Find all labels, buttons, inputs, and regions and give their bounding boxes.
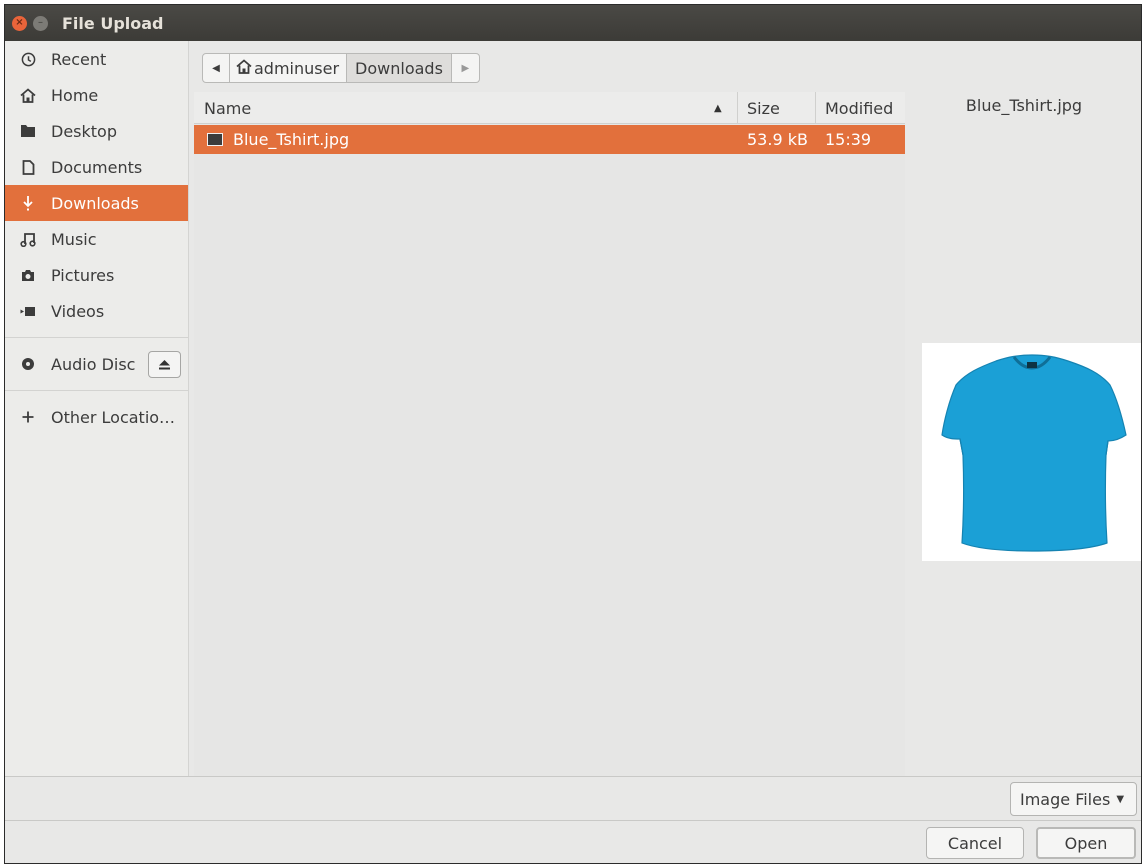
sidebar-item-label: Pictures: [51, 265, 115, 285]
file-list: Name ▲ Size Modified Blue_Tshirt.jpg 53.…: [194, 92, 905, 776]
sort-ascending-icon: ▲: [714, 102, 722, 114]
clock-icon: [17, 52, 39, 67]
path-scroll-left-button[interactable]: ◀: [202, 53, 230, 83]
disc-icon: [17, 357, 39, 371]
chevron-right-icon: ▶: [461, 62, 470, 74]
sidebar-item-desktop[interactable]: Desktop: [5, 113, 188, 149]
close-window-button[interactable]: ×: [12, 15, 27, 31]
plus-icon: [17, 411, 39, 423]
sidebar-item-recent[interactable]: Recent: [5, 41, 188, 77]
sidebar-item-videos[interactable]: Videos: [5, 293, 188, 329]
places-sidebar: Recent Home Desktop Documents Downloads: [5, 41, 189, 776]
chevron-left-icon: ◀: [212, 62, 220, 74]
sidebar-item-label: Desktop: [51, 121, 117, 141]
sidebar-item-other-locations[interactable]: Other Locatio…: [5, 399, 188, 435]
sidebar-divider: [5, 390, 188, 391]
sidebar-divider: [5, 337, 188, 338]
file-upload-dialog: × – File Upload Recent Home Desktop Docu…: [4, 4, 1142, 864]
sidebar-item-documents[interactable]: Documents: [5, 149, 188, 185]
title-bar: × – File Upload: [5, 5, 1141, 41]
sidebar-item-downloads[interactable]: Downloads: [5, 185, 188, 221]
tshirt-image: [941, 354, 1127, 552]
minimize-window-button[interactable]: –: [33, 15, 48, 31]
preview-pane: Blue_Tshirt.jpg: [905, 41, 1141, 776]
sidebar-item-label: Videos: [51, 301, 105, 321]
sidebar-item-pictures[interactable]: Pictures: [5, 257, 188, 293]
path-segment-downloads[interactable]: Downloads: [347, 53, 452, 83]
sidebar-item-audio-disc[interactable]: Audio Disc: [5, 346, 188, 382]
window-title: File Upload: [62, 13, 164, 33]
file-row[interactable]: Blue_Tshirt.jpg 53.9 kB 15:39: [194, 125, 905, 154]
column-headers: Name ▲ Size Modified: [194, 92, 905, 124]
column-header-name[interactable]: Name: [204, 92, 251, 124]
cancel-button[interactable]: Cancel: [926, 827, 1024, 859]
document-icon: [17, 159, 39, 175]
home-icon: [236, 58, 252, 78]
path-segment-label: adminuser: [254, 58, 340, 78]
path-segment-home[interactable]: adminuser: [230, 53, 348, 83]
music-icon: [17, 232, 39, 247]
sidebar-item-label: Music: [51, 229, 97, 249]
sidebar-item-music[interactable]: Music: [5, 221, 188, 257]
sidebar-item-home[interactable]: Home: [5, 77, 188, 113]
image-file-icon: [207, 133, 223, 146]
sidebar-item-label: Recent: [51, 49, 107, 69]
column-header-modified[interactable]: Modified: [815, 92, 905, 124]
filter-label: Image Files: [1020, 789, 1111, 809]
preview-image: [922, 343, 1141, 561]
preview-filename: Blue_Tshirt.jpg: [965, 96, 1083, 115]
video-icon: [17, 306, 39, 317]
column-header-size[interactable]: Size: [737, 92, 815, 124]
eject-icon: [159, 360, 170, 370]
chevron-down-icon: ▼: [1116, 793, 1125, 805]
download-icon: [17, 195, 39, 211]
path-scroll-right-button[interactable]: ▶: [451, 53, 480, 83]
file-size: 53.9 kB: [747, 130, 808, 149]
filter-row: Image Files ▼: [5, 777, 1141, 821]
path-segment-label: Downloads: [355, 58, 443, 78]
camera-icon: [17, 269, 39, 282]
sidebar-item-label: Home: [51, 85, 99, 105]
sidebar-item-label: Audio Disc: [51, 354, 136, 374]
home-icon: [17, 87, 39, 103]
sidebar-item-label: Documents: [51, 157, 143, 177]
file-name: Blue_Tshirt.jpg: [233, 130, 350, 149]
file-modified: 15:39: [825, 130, 872, 149]
sidebar-item-label: Downloads: [51, 193, 139, 213]
button-row: Cancel Open: [5, 821, 1141, 863]
eject-button[interactable]: [148, 351, 181, 378]
file-type-filter-dropdown[interactable]: Image Files ▼: [1010, 782, 1137, 816]
sidebar-item-label: Other Locatio…: [51, 407, 176, 427]
open-button[interactable]: Open: [1036, 827, 1136, 859]
folder-icon: [17, 124, 39, 138]
path-bar: ◀ adminuser Downloads ▶: [202, 53, 480, 83]
